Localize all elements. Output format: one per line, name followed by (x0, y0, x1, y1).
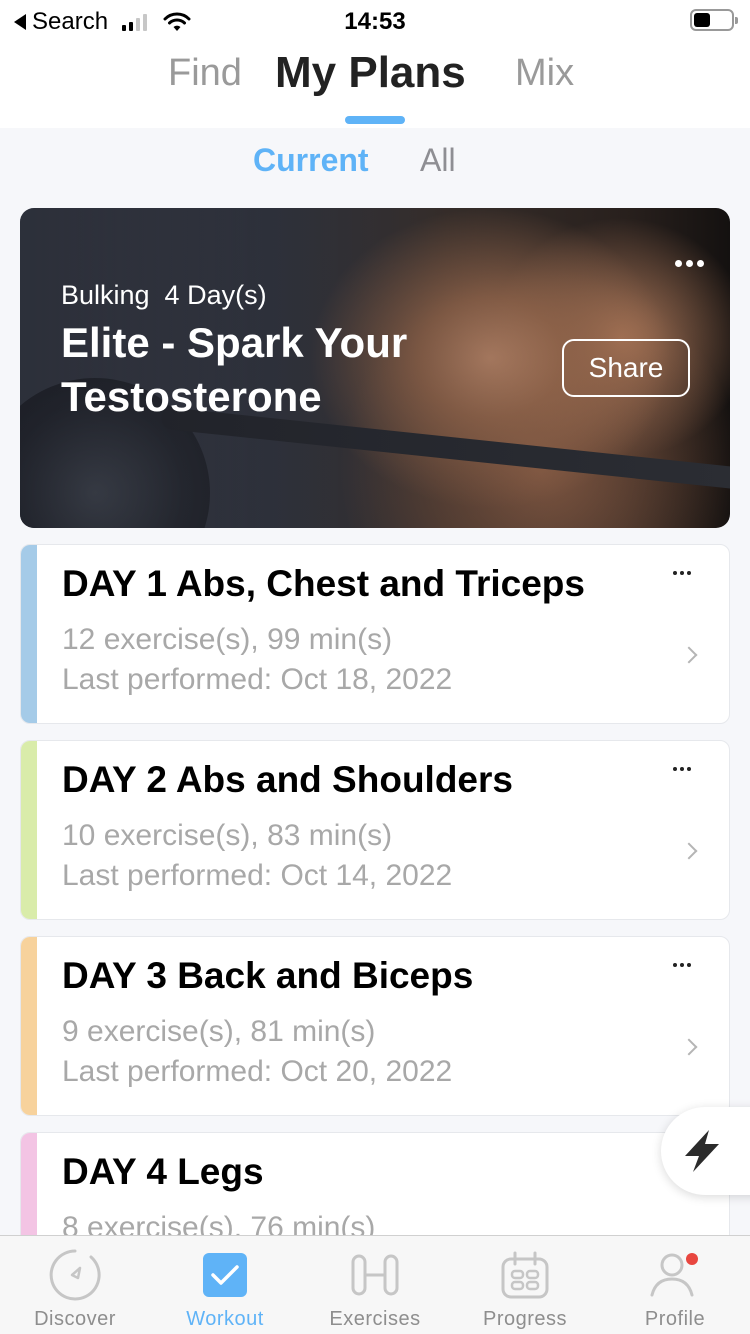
more-horizontal-icon[interactable] (673, 571, 691, 575)
plan-hero-card[interactable]: Bulking 4 Day(s) Elite - Spark Your Test… (20, 208, 730, 528)
tab-mix[interactable]: Mix (515, 52, 574, 95)
share-button[interactable]: Share (562, 339, 690, 397)
tab-find[interactable]: Find (168, 52, 242, 95)
day-last-performed: Last performed: Oct 20, 2022 (62, 1055, 453, 1088)
lightning-icon (685, 1130, 719, 1172)
plan-title: Elite - Spark Your Testosterone (61, 319, 408, 420)
day-summary: 9 exercise(s), 81 min(s) (62, 1015, 376, 1048)
tab-my-plans[interactable]: My Plans (275, 48, 466, 98)
more-horizontal-icon[interactable] (673, 963, 691, 967)
day-card[interactable]: DAY 3 Back and Biceps 9 exercise(s), 81 … (20, 936, 730, 1116)
dumbbell-icon (351, 1254, 399, 1296)
screen: Search 14:53 Find My Plans Mix Current A… (0, 0, 750, 1334)
tab-profile[interactable]: Profile (600, 1236, 750, 1334)
battery-icon (690, 9, 738, 31)
chevron-right-icon (680, 1038, 698, 1056)
tab-exercises[interactable]: Exercises (300, 1236, 450, 1334)
more-horizontal-icon[interactable] (673, 767, 691, 771)
plan-meta: Bulking 4 Day(s) (61, 280, 267, 310)
day-title: DAY 4 Legs (62, 1151, 264, 1192)
tab-label: Workout (186, 1308, 264, 1330)
tab-label: Progress (482, 1308, 568, 1330)
day-color-stripe (21, 545, 37, 723)
top-tabs: Find My Plans Mix (0, 40, 750, 128)
day-card[interactable]: DAY 2 Abs and Shoulders 10 exercise(s), … (20, 740, 730, 920)
segment-all[interactable]: All (420, 142, 456, 179)
day-color-stripe (21, 741, 37, 919)
day-card[interactable]: DAY 1 Abs, Chest and Triceps 12 exercise… (20, 544, 730, 724)
active-tab-indicator (345, 116, 405, 124)
tab-label: Discover (34, 1308, 116, 1330)
day-last-performed: Last performed: Oct 14, 2022 (62, 859, 453, 892)
day-title: DAY 2 Abs and Shoulders (62, 759, 513, 800)
segment-current[interactable]: Current (253, 142, 369, 179)
day-title: DAY 3 Back and Biceps (62, 955, 474, 996)
tab-label: Exercises (329, 1308, 421, 1330)
day-last-performed: Last performed: Oct 18, 2022 (62, 663, 453, 696)
day-title: DAY 1 Abs, Chest and Triceps (62, 563, 585, 604)
quick-start-button[interactable] (661, 1107, 750, 1195)
status-time: 14:53 (344, 8, 406, 35)
chevron-right-icon (680, 646, 698, 664)
notification-badge (686, 1253, 698, 1265)
day-color-stripe (21, 937, 37, 1115)
chevron-right-icon (680, 842, 698, 860)
tab-label: Profile (644, 1308, 706, 1330)
status-bar: Search 14:53 (0, 0, 750, 40)
plan-filter-segment: Current All (0, 128, 750, 208)
bottom-tab-bar: Discover Workout Exercises Progress Prof… (0, 1235, 750, 1334)
day-summary: 12 exercise(s), 99 min(s) (62, 623, 393, 656)
tab-progress[interactable]: Progress (450, 1236, 600, 1334)
person-icon (650, 1253, 698, 1297)
compass-icon (49, 1249, 101, 1301)
calendar-icon (501, 1251, 549, 1299)
day-summary: 10 exercise(s), 83 min(s) (62, 819, 393, 852)
checkbox-icon (203, 1253, 247, 1297)
tab-workout[interactable]: Workout (150, 1236, 300, 1334)
tab-discover[interactable]: Discover (0, 1236, 150, 1334)
more-horizontal-icon[interactable] (675, 260, 704, 267)
